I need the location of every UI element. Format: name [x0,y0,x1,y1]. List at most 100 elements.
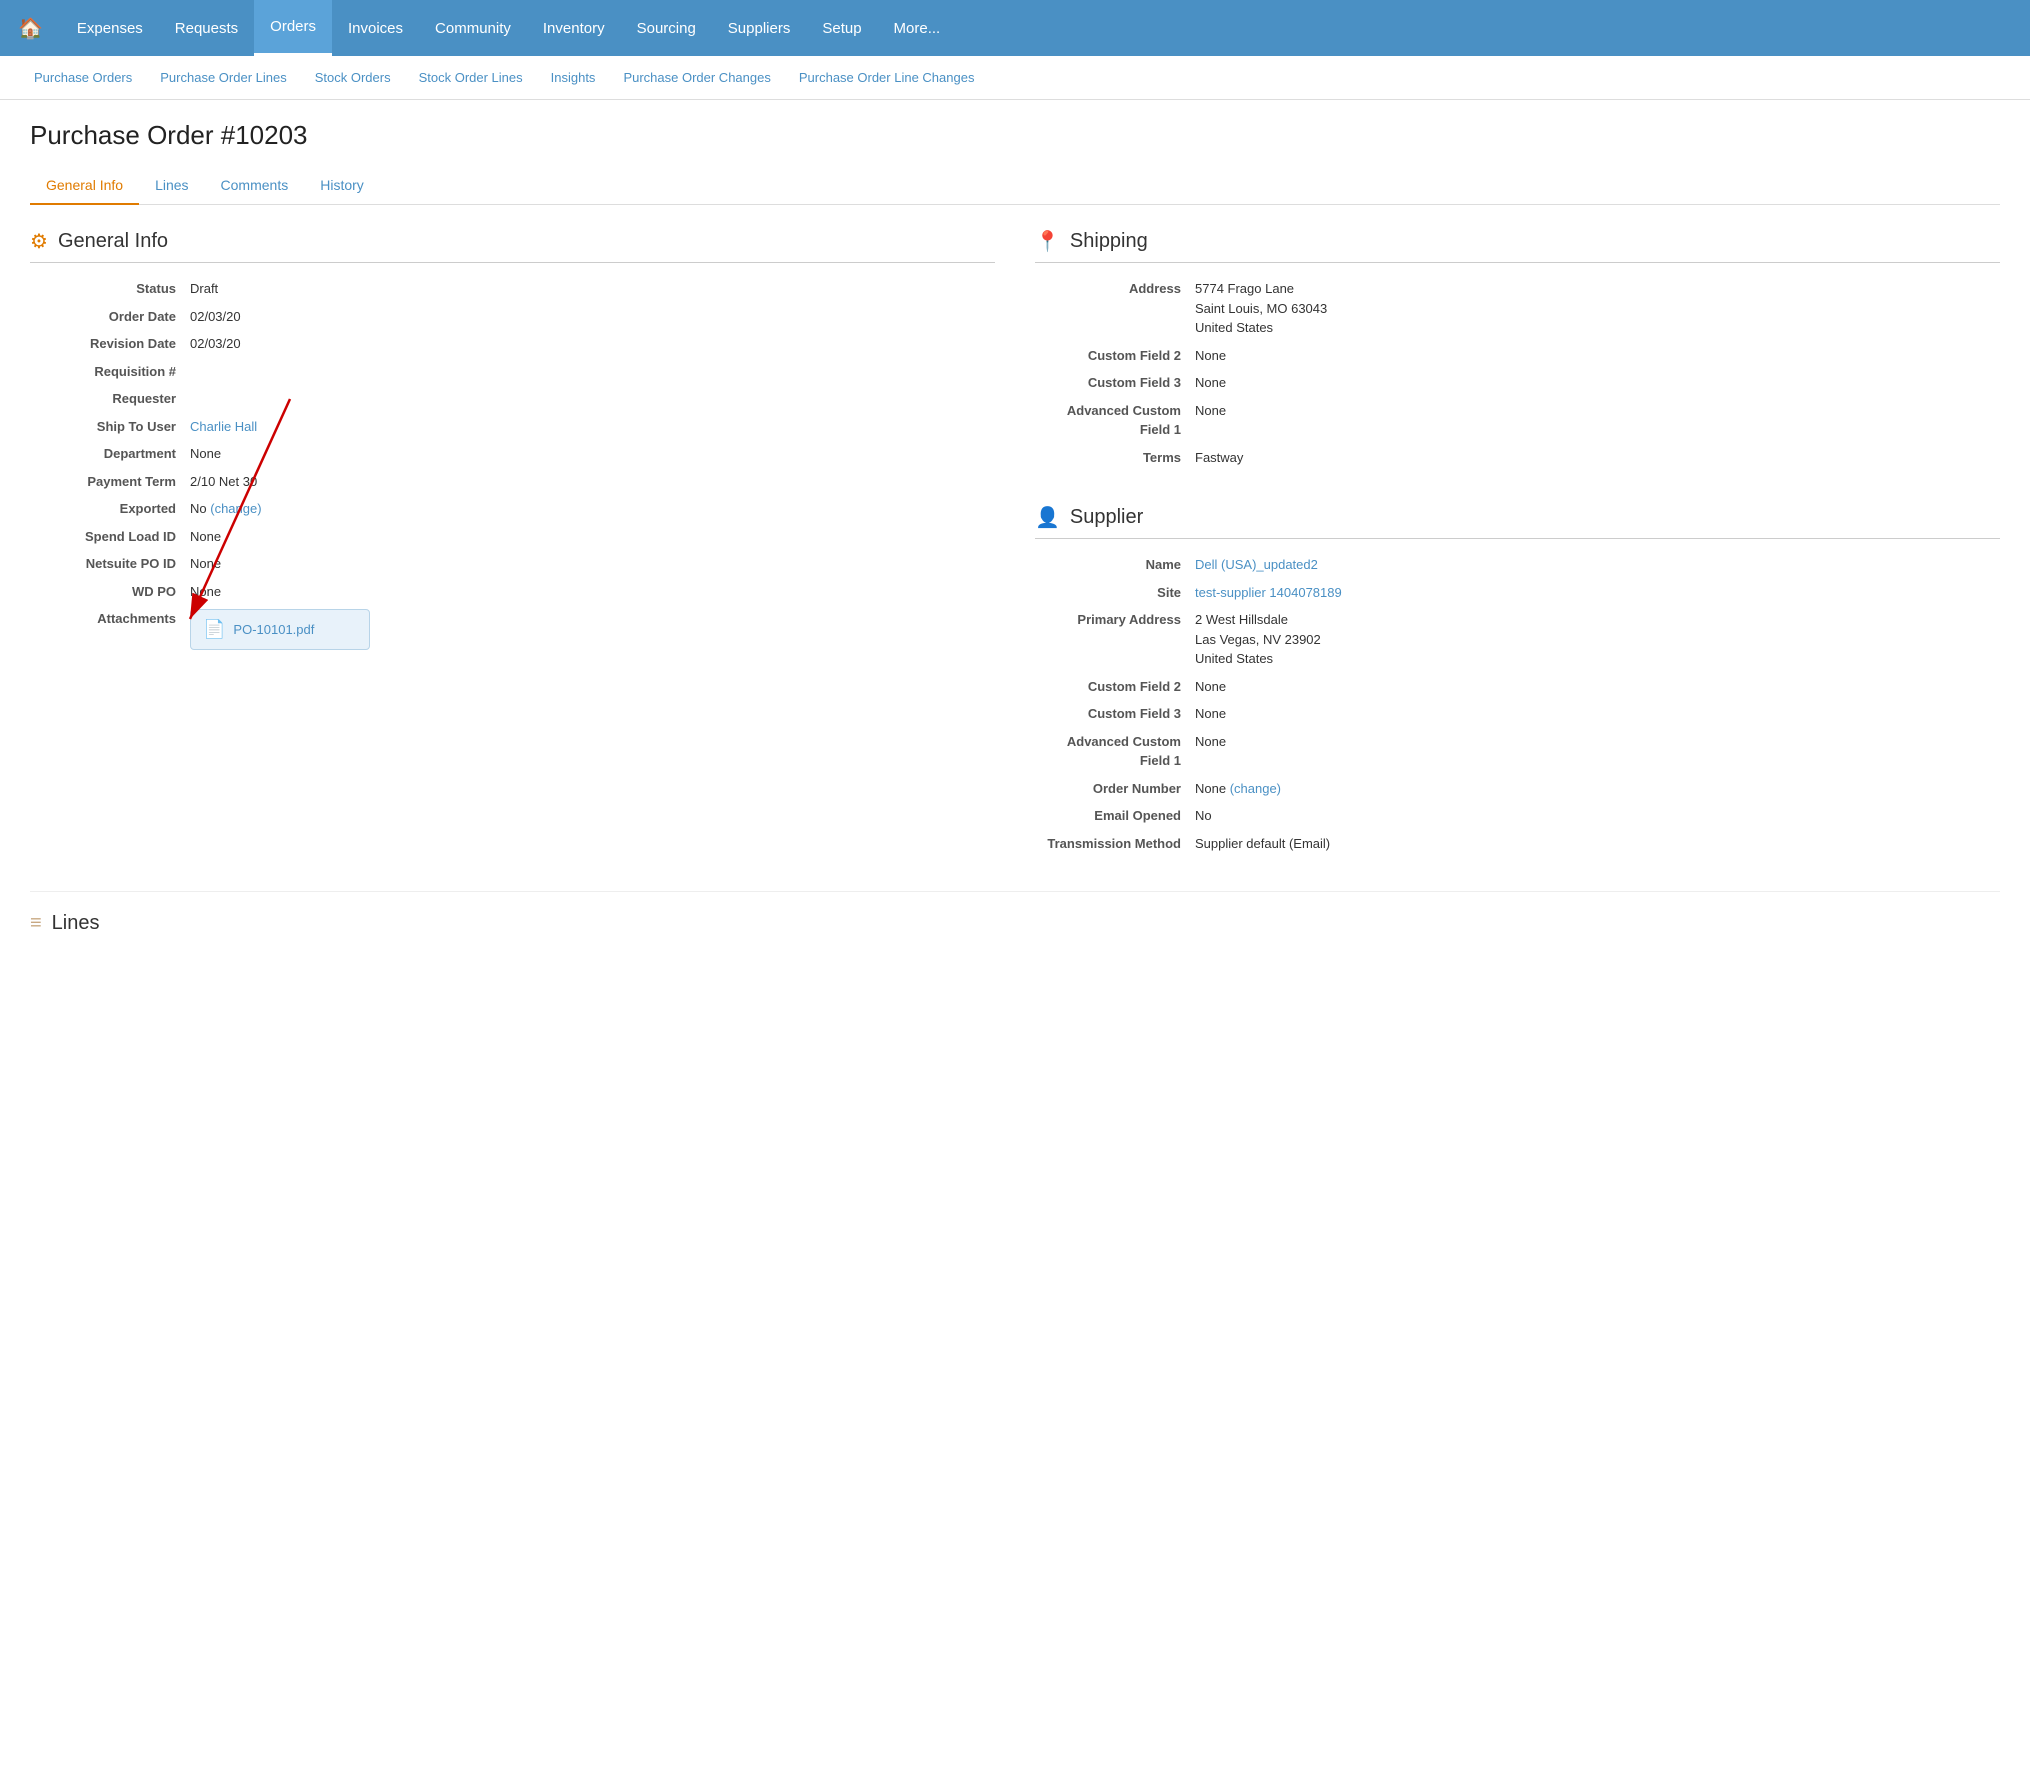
top-navigation: 🏠 Expenses Requests Orders Invoices Comm… [0,0,2030,56]
shipping-section: 📍 Shipping Address 5774 Frago LaneSaint … [1035,229,2000,475]
field-department: Department None [30,444,995,464]
value-shipping-address: 5774 Frago LaneSaint Louis, MO 63043Unit… [1195,279,1327,338]
value-wd-po: None [190,582,221,602]
field-status: Status Draft [30,279,995,299]
label-shipping-custom3: Custom Field 3 [1035,373,1195,393]
supplier-site-link[interactable]: test-supplier 1404078189 [1195,585,1342,600]
label-shipping-terms: Terms [1035,448,1195,468]
field-supplier-primary-address: Primary Address 2 West HillsdaleLas Vega… [1035,610,2000,669]
label-wd-po: WD PO [30,582,190,602]
value-email-opened: No [1195,806,1212,826]
field-wd-po: WD PO None [30,582,995,602]
value-attachments: 📄 PO-10101.pdf [190,609,370,650]
supplier-section: 👤 Supplier Name Dell (USA)_updated2 Site… [1035,505,2000,861]
subnav-purchase-order-changes[interactable]: Purchase Order Changes [609,58,784,97]
value-supplier-adv-custom1: None [1195,732,1226,752]
nav-invoices[interactable]: Invoices [332,2,419,55]
value-supplier-primary-address: 2 West HillsdaleLas Vegas, NV 23902Unite… [1195,610,1321,669]
tab-comments[interactable]: Comments [205,167,305,205]
supplier-header: 👤 Supplier [1035,505,2000,530]
sub-navigation: Purchase Orders Purchase Order Lines Sto… [0,56,2030,100]
subnav-purchase-order-lines[interactable]: Purchase Order Lines [146,58,300,97]
lines-title: Lines [52,912,100,935]
field-shipping-address: Address 5774 Frago LaneSaint Louis, MO 6… [1035,279,2000,338]
value-transmission-method: Supplier default (Email) [1195,834,1330,854]
label-shipping-adv-custom1: Advanced CustomField 1 [1035,401,1195,440]
general-info-title: General Info [58,230,168,253]
nav-sourcing[interactable]: Sourcing [621,2,712,55]
nav-orders[interactable]: Orders [254,0,332,56]
value-shipping-terms: Fastway [1195,448,1243,468]
subnav-purchase-order-line-changes[interactable]: Purchase Order Line Changes [785,58,989,97]
label-revision-date: Revision Date [30,334,190,354]
value-order-date: 02/03/20 [190,307,241,327]
field-supplier-custom3: Custom Field 3 None [1035,704,2000,724]
tab-lines[interactable]: Lines [139,167,204,205]
supplier-divider [1035,538,2000,539]
home-icon[interactable]: 🏠 [10,8,51,49]
subnav-insights[interactable]: Insights [537,58,610,97]
nav-expenses[interactable]: Expenses [61,2,159,55]
subnav-stock-orders[interactable]: Stock Orders [301,58,405,97]
value-supplier-site: test-supplier 1404078189 [1195,583,1342,603]
subnav-stock-order-lines[interactable]: Stock Order Lines [405,58,537,97]
tab-history[interactable]: History [304,167,380,205]
field-netsuite-po-id: Netsuite PO ID None [30,554,995,574]
lines-header: ≡ Lines [30,912,2000,935]
tab-bar: General Info Lines Comments History [30,167,2000,205]
shipping-divider [1035,262,2000,263]
value-supplier-custom3: None [1195,704,1226,724]
label-transmission-method: Transmission Method [1035,834,1195,854]
field-email-opened: Email Opened No [1035,806,2000,826]
value-netsuite-po-id: None [190,554,221,574]
value-payment-term: 2/10 Net 30 [190,472,257,492]
label-netsuite-po-id: Netsuite PO ID [30,554,190,574]
nav-setup[interactable]: Setup [806,2,877,55]
lines-section: ≡ Lines [30,891,2000,935]
label-shipping-custom2: Custom Field 2 [1035,346,1195,366]
exported-change-link[interactable]: (change) [210,501,261,516]
nav-more[interactable]: More... [878,2,957,55]
field-shipping-adv-custom1: Advanced CustomField 1 None [1035,401,2000,440]
nav-community[interactable]: Community [419,2,527,55]
label-supplier-primary-address: Primary Address [1035,610,1195,630]
general-info-section: ⚙ General Info Status Draft Order Date 0… [30,229,995,861]
label-order-date: Order Date [30,307,190,327]
label-attachments: Attachments [30,609,190,629]
field-attachments: Attachments 📄 PO-10101.pdf [30,609,995,650]
order-number-change-link[interactable]: (change) [1230,781,1281,796]
value-shipping-custom2: None [1195,346,1226,366]
field-supplier-order-number: Order Number None (change) [1035,779,2000,799]
nav-inventory[interactable]: Inventory [527,2,621,55]
supplier-icon: 👤 [1035,505,1060,530]
shipping-header: 📍 Shipping [1035,229,2000,254]
value-exported: No (change) [190,499,262,519]
subnav-purchase-orders[interactable]: Purchase Orders [20,58,146,97]
label-supplier-custom3: Custom Field 3 [1035,704,1195,724]
value-supplier-order-number: None (change) [1195,779,1281,799]
attachment-file[interactable]: 📄 PO-10101.pdf [190,609,370,650]
tab-general-info[interactable]: General Info [30,167,139,205]
label-email-opened: Email Opened [1035,806,1195,826]
supplier-name-link[interactable]: Dell (USA)_updated2 [1195,557,1318,572]
nav-requests[interactable]: Requests [159,2,254,55]
ship-to-user-link[interactable]: Charlie Hall [190,419,257,434]
field-payment-term: Payment Term 2/10 Net 30 [30,472,995,492]
label-exported: Exported [30,499,190,519]
location-icon: 📍 [1035,229,1060,254]
label-ship-to-user: Ship To User [30,417,190,437]
nav-suppliers[interactable]: Suppliers [712,2,807,55]
label-supplier-site: Site [1035,583,1195,603]
label-status: Status [30,279,190,299]
field-ship-to-user: Ship To User Charlie Hall [30,417,995,437]
value-supplier-name: Dell (USA)_updated2 [1195,555,1318,575]
label-shipping-address: Address [1035,279,1195,299]
field-supplier-name: Name Dell (USA)_updated2 [1035,555,2000,575]
field-requester: Requester [30,389,995,409]
general-info-divider [30,262,995,263]
field-shipping-custom3: Custom Field 3 None [1035,373,2000,393]
lines-icon: ≡ [30,912,42,935]
field-order-date: Order Date 02/03/20 [30,307,995,327]
label-spend-load-id: Spend Load ID [30,527,190,547]
value-revision-date: 02/03/20 [190,334,241,354]
